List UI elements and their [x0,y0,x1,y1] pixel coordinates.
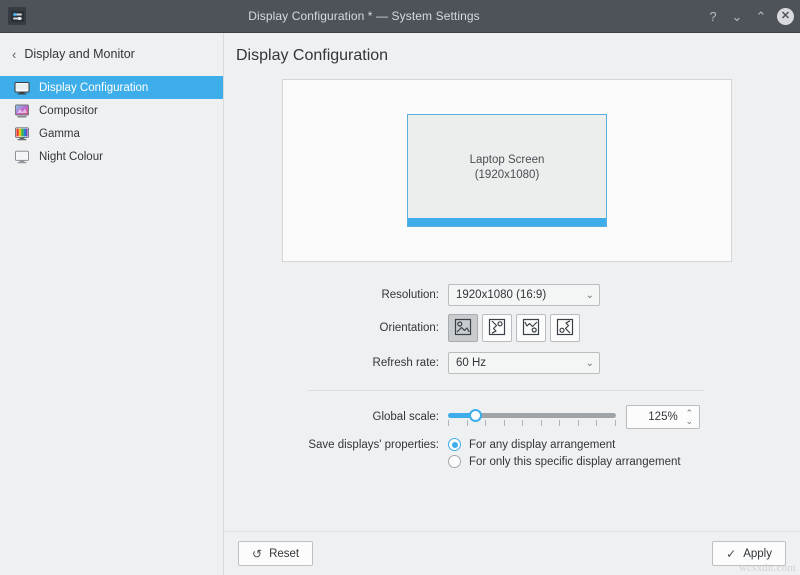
global-scale-label: Global scale: [236,411,448,423]
image-landscape-icon [454,318,472,339]
settings-scroll-area: Laptop Screen (1920x1080) Resolution: 19… [224,65,800,531]
radio-any-display-arrangement[interactable] [448,438,461,451]
monitor-name: Laptop Screen [470,154,545,166]
sidebar-item-label: Night Colour [39,151,103,163]
check-icon: ✓ [726,548,736,560]
night-colour-icon [14,149,30,165]
gamma-icon [14,126,30,142]
system-settings-window: Display Configuration * — System Setting… [0,0,800,575]
refresh-rate-label: Refresh rate: [236,357,448,369]
display-arrangement-preview[interactable]: Laptop Screen (1920x1080) [282,79,732,262]
spinner-down-icon[interactable]: ⌄ [685,417,693,425]
window-body: ‹ Display and Monitor Display Configurat… [0,33,800,575]
sidebar-nav: Display Configuration [0,76,223,168]
image-landscape-flipped-icon [522,318,540,339]
footer-bar: ↺ Reset ✓ Apply [224,531,800,575]
resolution-label: Resolution: [236,289,448,301]
orientation-button-group [448,314,580,342]
radio-label-any[interactable]: For any display arrangement [469,439,615,451]
window-controls: ? ⌄ ⌃ ✕ [702,5,794,27]
radio-label-specific[interactable]: For only this specific display arrangeme… [469,456,681,468]
refresh-rate-dropdown[interactable]: 60 Hz ⌄ [448,352,600,374]
section-divider [308,390,704,391]
sidebar: ‹ Display and Monitor Display Configurat… [0,33,224,575]
resolution-dropdown[interactable]: 1920x1080 (16:9) ⌄ [448,284,600,306]
global-scale-spinbox[interactable]: 125% ⌃ ⌄ [626,405,700,429]
page-title: Display Configuration [224,33,800,65]
minimize-button[interactable]: ⌄ [726,5,748,27]
maximize-button[interactable]: ⌃ [750,5,772,27]
orientation-landscape-button[interactable] [448,314,478,342]
system-settings-icon [8,7,26,25]
monitor-resolution: (1920x1080) [475,169,540,181]
orientation-portrait-right-button[interactable] [482,314,512,342]
title-bar: Display Configuration * — System Setting… [0,0,800,33]
chevron-down-icon: ⌄ [586,358,594,369]
reset-button-label: Reset [269,548,299,560]
orientation-landscape-flipped-button[interactable] [516,314,546,342]
slider-tick-marks [448,420,616,426]
global-scale-value: 125% [648,411,677,423]
breadcrumb-label: Display and Monitor [24,47,134,61]
sidebar-item-compositor[interactable]: Compositor [0,99,223,122]
chevron-down-icon: ⌄ [586,290,594,301]
close-button[interactable]: ✕ [777,8,794,25]
orientation-portrait-left-button[interactable] [550,314,580,342]
help-button[interactable]: ? [702,5,724,27]
sidebar-item-night-colour[interactable]: Night Colour [0,145,223,168]
window-title: Display Configuration * — System Setting… [26,9,702,23]
monitor-icon [14,80,30,96]
sidebar-item-display-configuration[interactable]: Display Configuration [0,76,223,99]
sidebar-item-gamma[interactable]: Gamma [0,122,223,145]
compositor-icon [14,103,30,119]
reset-icon: ↺ [252,548,262,560]
save-properties-label: Save displays' properties: [236,439,448,451]
sidebar-item-label: Display Configuration [39,82,148,94]
save-properties-row-1: Save displays' properties: For any displ… [236,438,742,451]
radio-specific-display-arrangement[interactable] [448,455,461,468]
sidebar-item-label: Gamma [39,128,80,140]
resolution-value: 1920x1080 (16:9) [456,289,546,301]
watermark: wcsxdn.com [739,563,796,574]
sidebar-item-label: Compositor [39,105,98,117]
save-properties-row-2: For only this specific display arrangeme… [236,455,742,468]
reset-button[interactable]: ↺ Reset [238,541,313,566]
display-settings-form: Resolution: 1920x1080 (16:9) ⌄ Orientati… [236,284,782,468]
orientation-row: Orientation: [236,314,742,342]
global-scale-row: Global scale: 125% ⌃ [236,405,742,429]
breadcrumb[interactable]: ‹ Display and Monitor [0,40,223,68]
global-scale-slider[interactable] [448,406,616,428]
spinner-arrows[interactable]: ⌃ ⌄ [685,409,693,425]
monitor-preview-laptop-screen[interactable]: Laptop Screen (1920x1080) [407,114,607,227]
content-pane: Display Configuration Laptop Screen (192… [224,33,800,575]
back-chevron-icon[interactable]: ‹ [12,48,16,61]
image-portrait-left-icon [556,318,574,339]
resolution-row: Resolution: 1920x1080 (16:9) ⌄ [236,284,742,306]
refresh-rate-value: 60 Hz [456,357,486,369]
image-portrait-right-icon [488,318,506,339]
orientation-label: Orientation: [236,322,448,334]
apply-button-label: Apply [743,548,772,560]
refresh-rate-row: Refresh rate: 60 Hz ⌄ [236,352,742,374]
